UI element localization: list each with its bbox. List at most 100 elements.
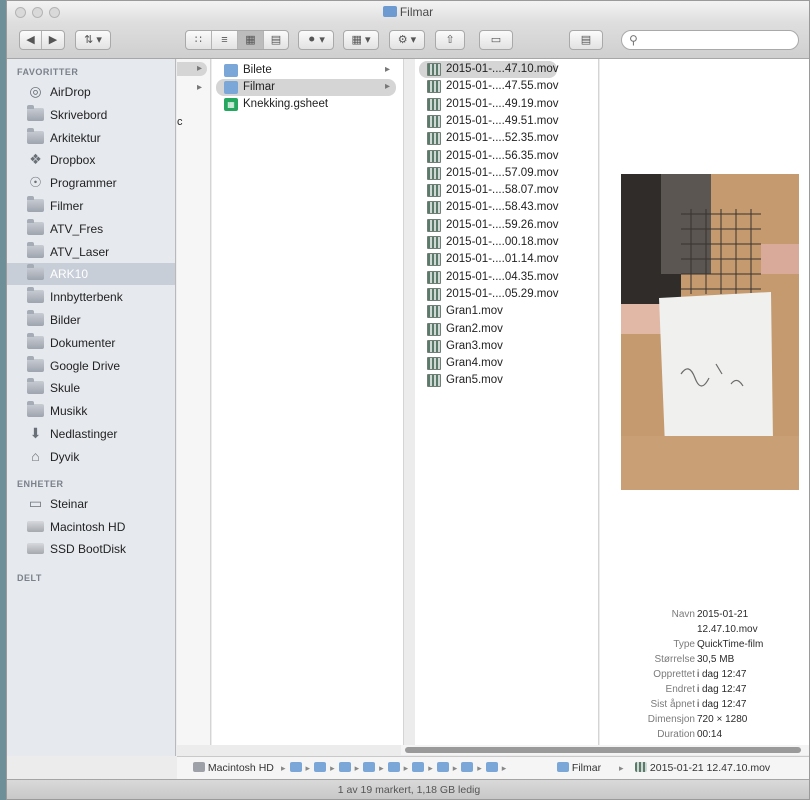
search-field[interactable]: ⚲ (621, 30, 799, 50)
folder-icon[interactable] (412, 762, 425, 772)
path-item-macintosh-hd[interactable]: Macintosh HD (193, 762, 274, 774)
action-menu-button[interactable]: ⚙ ▾ (389, 30, 425, 50)
applications-icon: ☉ (29, 174, 42, 191)
folder-icon[interactable] (363, 762, 376, 772)
path-item-filmar[interactable]: Filmar (557, 762, 601, 774)
column-view-icon[interactable]: ▦ (238, 31, 264, 49)
path-intermediate-folders[interactable]: ▸ ▸ ▸ ▸ ▸ ▸ ▸ ▸ ▸ ▸ (277, 762, 510, 774)
sidebar-item-filmer[interactable]: Filmer (7, 195, 175, 217)
folder-icon[interactable] (461, 762, 474, 772)
list-item[interactable]: Gran4.mov (419, 355, 557, 372)
sidebar-item-airdrop[interactable]: ◎ AirDrop (7, 81, 175, 103)
list-item[interactable]: 2015-01-....58.43.mov (419, 199, 559, 216)
list-item[interactable]: 2015-01-....04.35.mov (419, 269, 559, 286)
sidebar-item-macintosh-hd[interactable]: Macintosh HD (7, 516, 175, 538)
back-forward-control[interactable]: ◀ ▶ (19, 30, 65, 50)
path-button[interactable]: ▤ (569, 30, 603, 50)
arrange-button[interactable]: ⇅ ▾ (75, 30, 111, 50)
sidebar-item-label: Nedlastinger (50, 427, 118, 441)
coverflow-view-icon[interactable]: ▤ (264, 31, 288, 49)
list-item[interactable]: Gran2.mov (419, 321, 557, 338)
info-value: i dag 12:47 (697, 669, 747, 680)
chevron-right-icon: ▸ (197, 82, 203, 93)
list-item[interactable]: 2015-01-....49.19.mov (419, 96, 559, 113)
list-item[interactable]: ▦ Knekking.gsheet (216, 96, 396, 113)
group-icon: ⚫ ▾ (307, 34, 325, 46)
arrange-menu-button[interactable]: ▦ ▾ (343, 30, 379, 50)
folder-icon[interactable] (436, 762, 449, 772)
sidebar-item-bilder[interactable]: Bilder (7, 309, 175, 331)
sidebar-item-ark10[interactable]: ARK10 (7, 263, 175, 286)
back-chevron-icon[interactable]: ◀ (20, 31, 42, 49)
list-item[interactable]: Filmar ▸ (216, 79, 396, 96)
video-preview-thumbnail[interactable] (621, 174, 799, 490)
item-name: Gran4.mov (446, 357, 503, 370)
path-separator: ▸ (379, 763, 384, 773)
folder-icon[interactable] (289, 762, 302, 772)
search-input[interactable] (644, 33, 794, 47)
column-2[interactable]: Bilete ▸ Filmar ▸ ▦ Knekking.gsheet (212, 59, 404, 745)
sidebar-item-atv-laser[interactable]: ATV_Laser (7, 241, 175, 263)
share-button[interactable]: ⇧ (435, 30, 465, 50)
sidebar-item-dokumenter[interactable]: Dokumenter (7, 332, 175, 354)
sidebar-item-innbytterbenk[interactable]: Innbytterbenk (7, 286, 175, 308)
list-item[interactable]: Bilete ▸ (216, 62, 396, 79)
sidebar-item-label: AirDrop (50, 85, 91, 99)
share-action-button[interactable]: ⚫ ▾ (298, 30, 334, 50)
list-item[interactable]: 2015-01-....01.14.mov (419, 251, 559, 268)
folder-icon[interactable] (387, 762, 400, 772)
sidebar-item-arkitektur[interactable]: Arkitektur (7, 127, 175, 149)
movie-file-icon (427, 184, 441, 198)
info-key: Duration (657, 729, 695, 740)
list-item[interactable]: 2015-01-....56.35.mov (419, 148, 559, 165)
list-item[interactable]: 2015-01-....59.26.mov (419, 217, 559, 234)
status-text: 1 av 19 markert, 1,18 GB ledig (337, 784, 481, 796)
spreadsheet-icon: ▦ (224, 98, 238, 111)
item-name: 2015-01-....57.09.mov (446, 166, 559, 179)
sidebar-item-atv-fres[interactable]: ATV_Fres (7, 218, 175, 240)
item-name: 2015-01-....52.35.mov (446, 132, 559, 145)
item-name: Filmar (243, 81, 275, 93)
sidebar-item-skule[interactable]: Skule (7, 377, 175, 399)
list-item[interactable]: Gran5.mov (419, 372, 557, 389)
sidebar-item-dropbox[interactable]: ❖ Dropbox (7, 149, 175, 171)
folder-icon[interactable] (338, 762, 351, 772)
list-item[interactable]: 2015-01-....47.55.mov (419, 78, 559, 95)
list-item[interactable]: 2015-01-....49.51.mov (419, 113, 559, 130)
list-item[interactable]: Gran3.mov (419, 338, 557, 355)
scrollbar-thumb[interactable] (405, 747, 801, 753)
column-3[interactable]: 2015-01-....47.10.mov 2015-01-....47.55.m… (415, 59, 599, 745)
path-item-file[interactable]: 2015-01-21 12.47.10.mov (635, 762, 770, 774)
folder-icon (27, 332, 44, 349)
info-key: Navn (671, 609, 695, 620)
horizontal-scrollbar[interactable] (401, 745, 809, 755)
list-item[interactable]: 2015-01-....47.10.mov (419, 61, 559, 78)
forward-chevron-icon[interactable]: ▶ (42, 31, 64, 49)
sidebar-item-google-drive[interactable]: Google Drive (7, 355, 175, 377)
gear-icon: ⚙ ▾ (397, 34, 417, 46)
info-value: i dag 12:47 (697, 699, 747, 710)
list-item[interactable]: 2015-01-....58.07.mov (419, 182, 559, 199)
path-separator: ▸ (330, 763, 335, 773)
sidebar-item-ssd-bootdisk[interactable]: SSD BootDisk (7, 538, 175, 560)
item-name: 2015-01-....59.26.mov (446, 218, 559, 231)
icon-view-icon[interactable]: ∷ (186, 31, 212, 49)
sidebar-item-musikk[interactable]: Musikk (7, 400, 175, 422)
sidebar-item-steinar[interactable]: ▭ Steinar (7, 493, 175, 515)
sidebar-item-nedlastinger[interactable]: ⬇ Nedlastinger (7, 423, 175, 445)
view-segmented-control[interactable]: ∷ ≡ ▦ ▤ (185, 30, 289, 50)
list-item[interactable]: 2015-01-....00.18.mov (419, 234, 559, 251)
list-view-icon[interactable]: ≡ (212, 31, 238, 49)
folder-icon[interactable] (485, 762, 498, 772)
sidebar-heading-shared: DELT (17, 573, 42, 583)
folder-icon[interactable] (314, 762, 327, 772)
tag-button[interactable]: ▭ (479, 30, 513, 50)
list-item[interactable]: Gran1.mov (419, 303, 557, 320)
sidebar-item-programmer[interactable]: ☉ Programmer (7, 172, 175, 194)
list-item[interactable]: 2015-01-....57.09.mov (419, 165, 559, 182)
sidebar-item-dyvik[interactable]: ⌂ Dyvik (7, 446, 175, 468)
column-1[interactable]: ▸ ▸ c (177, 59, 211, 745)
list-item[interactable]: 2015-01-....05.29.mov (419, 286, 559, 303)
list-item[interactable]: 2015-01-....52.35.mov (419, 130, 559, 147)
sidebar-item-skrivebord[interactable]: Skrivebord (7, 104, 175, 126)
